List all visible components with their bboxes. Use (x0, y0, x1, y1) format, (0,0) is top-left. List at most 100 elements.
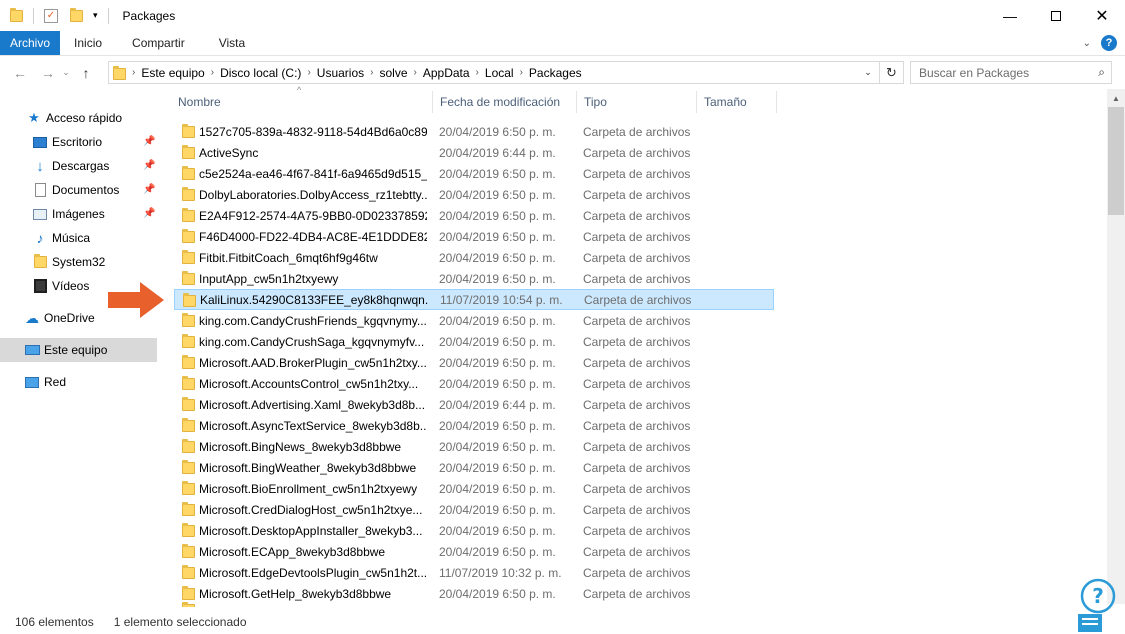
table-row[interactable]: Microsoft.BioEnrollment_cw5n1h2txyewy 20/… (174, 478, 774, 499)
table-row[interactable]: c5e2524a-ea46-4f67-841f-6a9465d9d515_...… (174, 163, 774, 184)
table-row[interactable]: KaliLinux.54290C8133FEE_ey8k8hqnwqn... 11… (174, 289, 774, 310)
file-type: Carpeta de archivos (583, 376, 691, 391)
file-name: Microsoft.EdgeDevtoolsPlugin_cw5n1h2t... (199, 565, 427, 580)
column-header-size[interactable]: Tamaño (696, 89, 776, 115)
breadcrumb-solve[interactable]: solve (373, 66, 413, 80)
nav-item-imagenes[interactable]: Imágenes (32, 202, 105, 226)
table-row[interactable]: Fitbit.FitbitCoach_6mqt6hf9g46tw 20/04/20… (174, 247, 774, 268)
expand-ribbon-icon[interactable]: ⌄ (1083, 38, 1091, 49)
breadcrumb-packages[interactable]: Packages (523, 66, 588, 80)
tab-compartir[interactable]: Compartir (116, 31, 205, 55)
nav-quick-access[interactable]: ★ Acceso rápido (26, 106, 122, 130)
scroll-up-icon[interactable]: ▲ (1107, 89, 1125, 107)
search-input[interactable]: Buscar en Packages ⌕ (910, 61, 1112, 84)
maximize-button[interactable] (1033, 0, 1079, 31)
forward-button[interactable]: → (37, 62, 59, 84)
nav-item-este-equipo[interactable]: Este equipo (0, 338, 157, 362)
column-header-name[interactable]: Nombre (170, 89, 432, 115)
table-row[interactable]: InputApp_cw5n1h2txyewy 20/04/2019 6:50 p.… (174, 268, 774, 289)
file-type: Carpeta de archivos (583, 523, 691, 538)
table-row[interactable]: Microsoft.BingNews_8wekyb3d8bbwe 20/04/20… (174, 436, 774, 457)
file-name: Microsoft.CredDialogHost_cw5n1h2txye... (199, 502, 423, 517)
nav-item-videos[interactable]: Vídeos (32, 274, 89, 298)
file-name: ActiveSync (199, 145, 259, 160)
close-button[interactable]: ✕ (1079, 0, 1125, 31)
minimize-button[interactable]: — (987, 0, 1033, 31)
table-row[interactable]: Microsoft.GetHelp_8wekyb3d8bbwe 20/04/201… (174, 583, 774, 604)
breadcrumb-appdata[interactable]: AppData (417, 66, 476, 80)
folder-icon (32, 254, 48, 270)
file-date: 20/04/2019 6:50 p. m. (439, 124, 556, 139)
status-bar: 106 elementos 1 elemento seleccionado (0, 610, 1125, 634)
table-row[interactable]: Microsoft.BingWeather_8wekyb3d8bbwe 20/04… (174, 457, 774, 478)
file-type: Carpeta de archivos (583, 502, 691, 517)
star-icon: ★ (28, 110, 40, 125)
column-header-date[interactable]: Fecha de modificación (432, 89, 576, 115)
new-folder-icon[interactable] (70, 7, 83, 22)
table-row[interactable]: Microsoft.AAD.BrokerPlugin_cw5n1h2txy...… (174, 352, 774, 373)
tab-inicio[interactable]: Inicio (60, 31, 116, 55)
tab-vista[interactable]: Vista (205, 31, 259, 55)
file-date: 20/04/2019 6:50 p. m. (439, 544, 556, 559)
pin-icon[interactable]: 📌 (143, 136, 155, 147)
recent-locations-button[interactable]: ⌄ (59, 62, 73, 84)
breadcrumb-local[interactable]: Local (479, 66, 520, 80)
nav-item-descargas[interactable]: ↓ Descargas (32, 154, 109, 178)
watermark-logo-icon: ? (1078, 578, 1116, 632)
table-row[interactable]: F46D4000-FD22-4DB4-AC8E-4E1DDDE828... 20/… (174, 226, 774, 247)
address-history-dropdown[interactable]: ⌄ (857, 62, 879, 83)
help-icon[interactable]: ? (1101, 35, 1117, 51)
properties-icon[interactable]: ✓ (44, 8, 58, 23)
vertical-scrollbar[interactable]: ▲ (1107, 89, 1125, 604)
breadcrumb-este-equipo[interactable]: Este equipo (135, 66, 210, 80)
file-type: Carpeta de archivos (583, 271, 691, 286)
back-button[interactable]: ← (9, 62, 31, 84)
pin-icon[interactable]: 📌 (143, 160, 155, 171)
address-bar[interactable]: › Este equipo › Disco local (C:) › Usuar… (108, 61, 880, 84)
table-row[interactable] (174, 602, 774, 607)
table-row[interactable]: E2A4F912-2574-4A75-9BB0-0D023378592... 20… (174, 205, 774, 226)
table-row[interactable]: DolbyLaboratories.DolbyAccess_rz1tebtty.… (174, 184, 774, 205)
nav-item-onedrive[interactable]: ☁ OneDrive (24, 306, 95, 330)
column-divider[interactable] (776, 91, 777, 113)
nav-item-documentos[interactable]: Documentos (32, 178, 119, 202)
table-row[interactable]: Microsoft.CredDialogHost_cw5n1h2txye... 2… (174, 499, 774, 520)
maximize-icon (1051, 10, 1061, 21)
table-row[interactable]: Microsoft.AsyncTextService_8wekyb3d8b...… (174, 415, 774, 436)
tab-archivo[interactable]: Archivo (0, 31, 61, 55)
table-row[interactable]: Microsoft.DesktopAppInstaller_8wekyb3...… (174, 520, 774, 541)
folder-icon (182, 229, 195, 243)
pin-icon[interactable]: 📌 (143, 184, 155, 195)
folder-icon (182, 502, 195, 516)
customize-dropdown-icon[interactable]: ▾ (93, 10, 98, 21)
file-date: 20/04/2019 6:50 p. m. (439, 418, 556, 433)
folder-icon (182, 355, 195, 369)
refresh-button[interactable]: ↻ (880, 61, 904, 84)
nav-item-escritorio[interactable]: Escritorio (32, 130, 158, 154)
folder-icon (182, 271, 195, 285)
pin-icon[interactable]: 📌 (143, 208, 155, 219)
table-row[interactable]: Microsoft.ECApp_8wekyb3d8bbwe 20/04/2019 … (174, 541, 774, 562)
folder-icon (182, 460, 195, 474)
breadcrumb-usuarios[interactable]: Usuarios (311, 66, 370, 80)
table-row[interactable]: king.com.CandyCrushSaga_kgqvnymyfv... 20/… (174, 331, 774, 352)
nav-item-system32[interactable]: System32 (32, 250, 105, 274)
nav-item-red[interactable]: Red (24, 370, 66, 394)
file-name: Microsoft.GetHelp_8wekyb3d8bbwe (199, 586, 392, 601)
item-count: 106 elementos (15, 615, 94, 629)
svg-text:?: ? (1092, 584, 1104, 608)
table-row[interactable]: king.com.CandyCrushFriends_kgqvnymy... 20… (174, 310, 774, 331)
table-row[interactable]: ActiveSync 20/04/2019 6:44 p. m. Carpeta d… (174, 142, 774, 163)
file-date: 11/07/2019 10:32 p. m. (439, 565, 562, 580)
breadcrumb-disco-local[interactable]: Disco local (C:) (214, 66, 307, 80)
nav-item-musica[interactable]: ♪ Música (32, 226, 91, 250)
column-header-type[interactable]: Tipo (576, 89, 696, 115)
table-row[interactable]: 1527c705-839a-4832-9118-54d4Bd6a0c89... 2… (174, 121, 774, 142)
up-button[interactable]: ↑ (75, 62, 97, 84)
table-row[interactable]: Microsoft.EdgeDevtoolsPlugin_cw5n1h2t...… (174, 562, 774, 583)
table-row[interactable]: Microsoft.Advertising.Xaml_8wekyb3d8b...… (174, 394, 774, 415)
table-row[interactable]: Microsoft.AccountsControl_cw5n1h2txy... 2… (174, 373, 774, 394)
scrollbar-thumb[interactable] (1108, 107, 1124, 215)
file-date: 20/04/2019 6:44 p. m. (439, 145, 556, 160)
file-type: Carpeta de archivos (583, 565, 691, 580)
